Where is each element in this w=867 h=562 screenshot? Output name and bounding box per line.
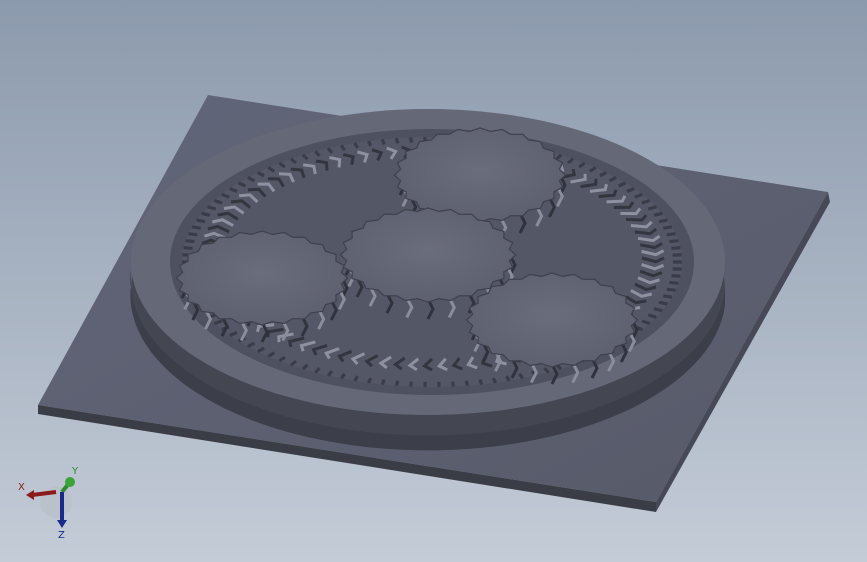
ring-tooth xyxy=(647,313,657,319)
ring-tooth xyxy=(409,137,413,143)
ring-tooth xyxy=(662,294,673,299)
z-axis-label: Z xyxy=(58,530,65,541)
planet-gear-top-face xyxy=(393,127,567,223)
model-view[interactable] xyxy=(0,0,867,562)
graphics-viewport[interactable]: X Y Z xyxy=(0,0,867,562)
sun-gear-face xyxy=(339,207,517,303)
ring-tooth xyxy=(653,211,663,217)
ring-tooth xyxy=(666,287,676,292)
ring-tooth xyxy=(380,138,386,145)
ring-tooth xyxy=(653,307,663,313)
ring-tooth xyxy=(191,225,202,230)
planet-gear-left-face xyxy=(175,230,349,326)
ring-tooth xyxy=(185,239,195,244)
ring-tooth xyxy=(207,205,217,211)
ring-tooth xyxy=(671,274,681,278)
ring-tooth xyxy=(666,232,676,237)
y-axis-ball xyxy=(65,477,75,487)
ring-tooth xyxy=(380,379,386,386)
ring-tooth xyxy=(662,225,673,230)
ring-tooth xyxy=(478,379,484,386)
ring-tooth xyxy=(671,246,681,250)
ring-tooth xyxy=(658,218,668,224)
ring-tooth xyxy=(409,381,413,387)
ring-tooth xyxy=(183,246,193,250)
x-axis-label: X xyxy=(18,482,25,493)
ring-tooth xyxy=(394,380,400,387)
ring-tooth xyxy=(394,137,400,144)
y-axis-label: Y xyxy=(71,466,79,477)
ring-tooth xyxy=(669,280,679,285)
ring-tooth xyxy=(201,211,211,217)
ring-tooth xyxy=(658,300,668,306)
ring-tooth xyxy=(647,205,657,211)
z-axis-arrow xyxy=(57,520,67,528)
ring-tooth xyxy=(491,377,498,384)
ring-tooth xyxy=(188,232,198,237)
triad-sphere xyxy=(40,486,72,518)
ring-tooth xyxy=(464,380,470,387)
ring-tooth xyxy=(366,140,373,147)
x-axis-arrow xyxy=(26,490,34,500)
planet-gear-right-face xyxy=(465,272,639,368)
ring-tooth xyxy=(669,239,679,244)
ring-tooth xyxy=(366,377,373,384)
ring-tooth xyxy=(196,218,206,224)
ring-tooth xyxy=(451,381,455,387)
reference-triad[interactable]: X Y Z xyxy=(14,462,84,542)
